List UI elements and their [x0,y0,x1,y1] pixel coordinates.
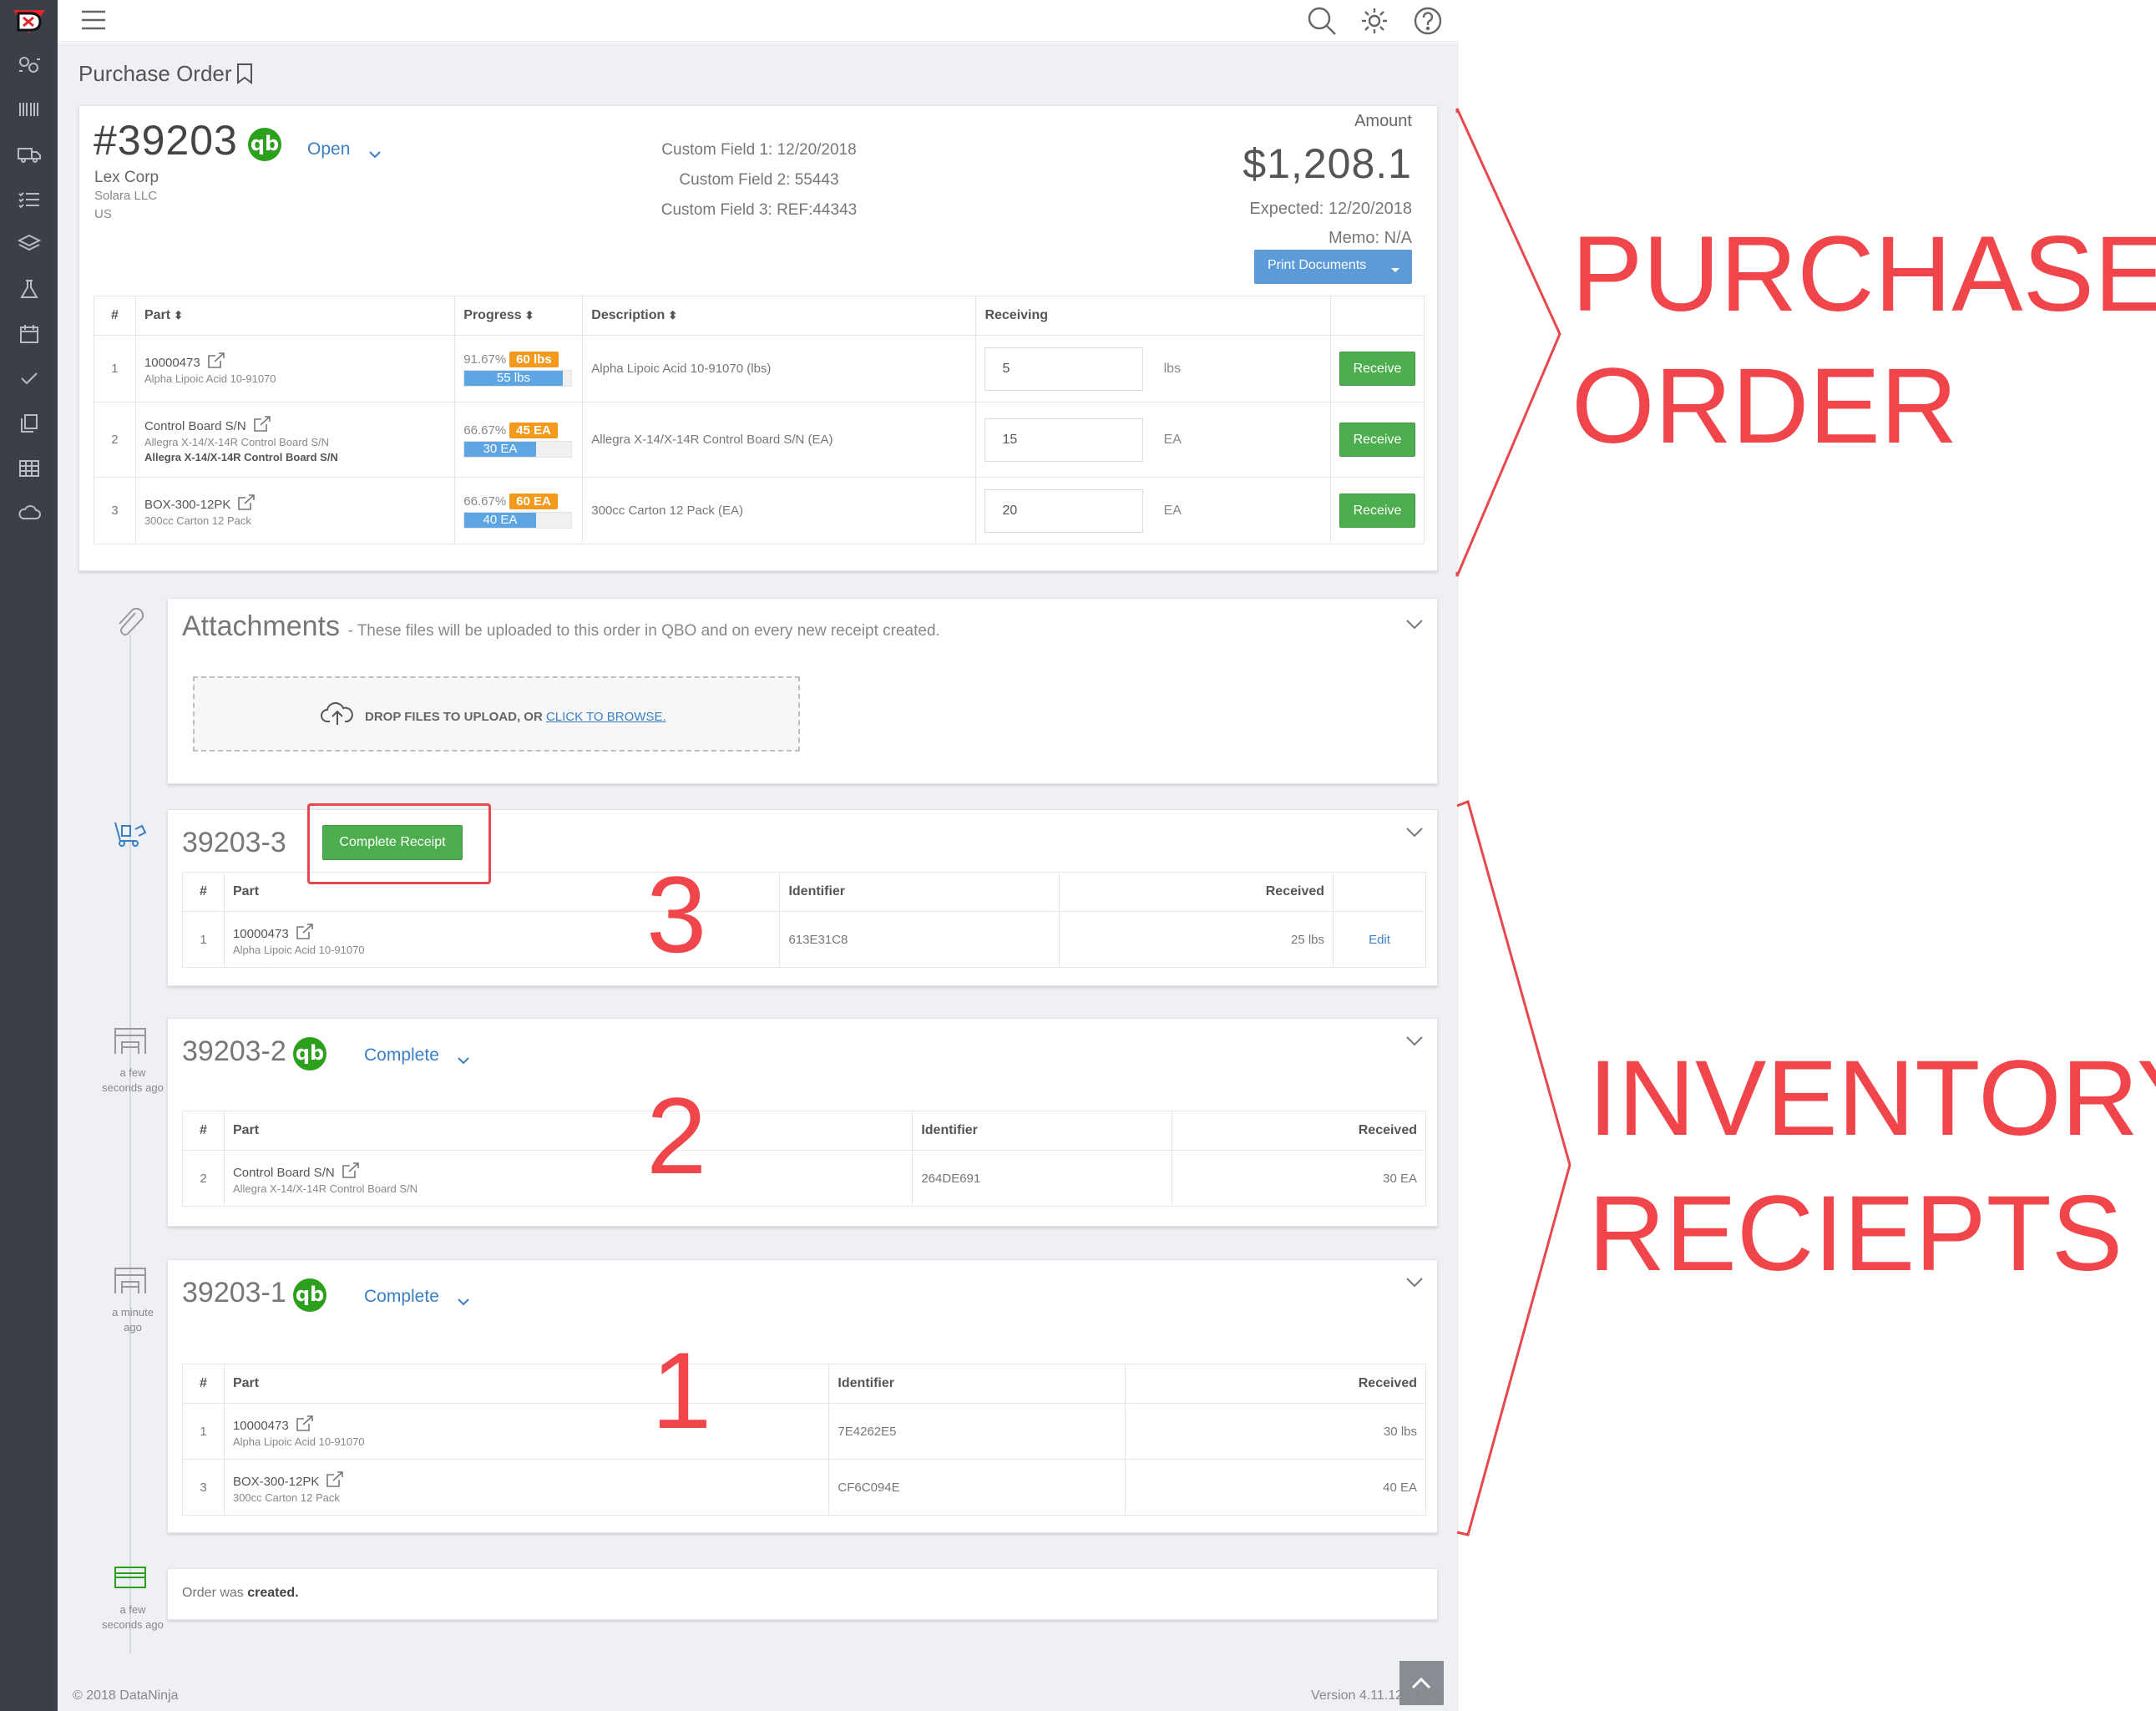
annotation-line: ORDER [1571,347,1958,466]
annotation-number-2: 2 [646,1075,707,1197]
annotation-purchase-order: PURCHASE ORDER [1571,209,2156,473]
annotation-line: RECIEPTS [1588,1174,2123,1293]
annotation-inventory-receipts: INVENTORY RECIEPTS [1588,1031,2156,1302]
inventory-receipts-bracket [1456,800,1571,1536]
purchase-order-bracket [1455,108,1561,577]
annotation-number-1: 1 [651,1329,712,1451]
annotation-number-3: 3 [646,853,707,975]
complete-receipt-highlight [307,803,491,884]
annotation-line: PURCHASE [1571,215,2156,334]
annotation-line: INVENTORY [1588,1039,2156,1158]
